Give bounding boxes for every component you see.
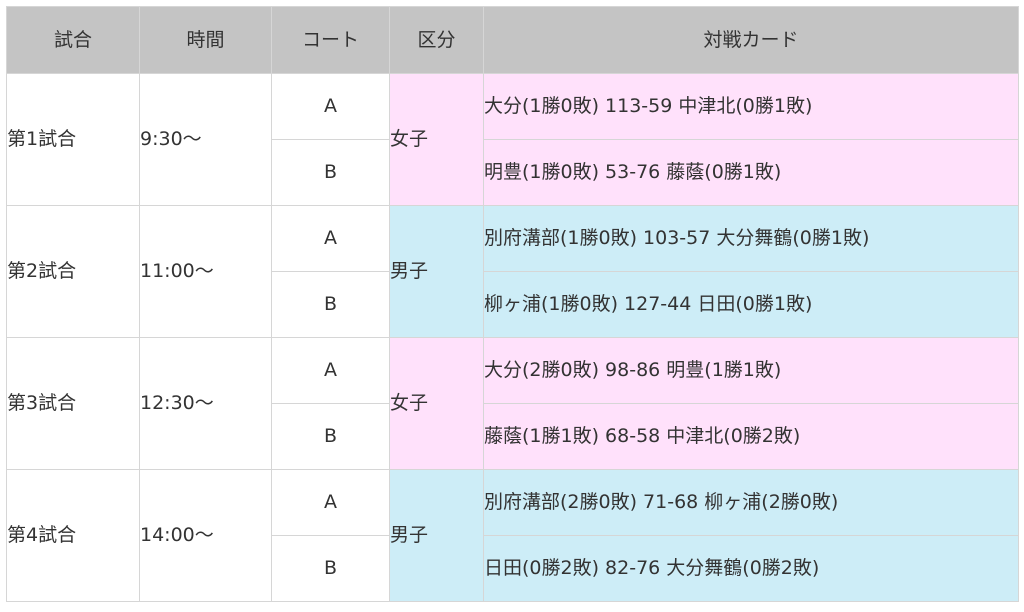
court-cell: B xyxy=(271,139,390,206)
game-number-cell: 第4試合 xyxy=(6,469,140,602)
division-cell: 女子 xyxy=(389,337,484,470)
table-row: 第3試合 12:30〜 A 女子 大分(2勝0敗) 98-86 明豊(1勝1敗) xyxy=(6,337,1019,470)
start-time-cell: 14:00〜 xyxy=(139,469,272,602)
match-card-cell: 別府溝部(1勝0敗) 103-57 大分舞鶴(0勝1敗) xyxy=(483,205,1019,272)
table-header-row: 試合 時間 コート 区分 対戦カード xyxy=(6,6,1019,74)
start-time-cell: 11:00〜 xyxy=(139,205,272,338)
column-header-division: 区分 xyxy=(389,6,484,74)
court-cell: A xyxy=(271,73,390,140)
column-header-time: 時間 xyxy=(139,6,272,74)
table-row: 第4試合 14:00〜 A 男子 別府溝部(2勝0敗) 71-68 柳ヶ浦(2勝… xyxy=(6,469,1019,602)
court-cell: B xyxy=(271,403,390,470)
game-number-cell: 第3試合 xyxy=(6,337,140,470)
match-card-cell: 柳ヶ浦(1勝0敗) 127-44 日田(0勝1敗) xyxy=(483,271,1019,338)
division-cell: 女子 xyxy=(389,73,484,206)
match-card-cell: 明豊(1勝0敗) 53-76 藤蔭(0勝1敗) xyxy=(483,139,1019,206)
division-cell: 男子 xyxy=(389,205,484,338)
start-time-cell: 12:30〜 xyxy=(139,337,272,470)
column-header-court: コート xyxy=(271,6,390,74)
court-cell: A xyxy=(271,205,390,272)
match-card-cell: 大分(2勝0敗) 98-86 明豊(1勝1敗) xyxy=(483,337,1019,404)
court-cell: A xyxy=(271,469,390,536)
table-row: 第2試合 11:00〜 A 男子 別府溝部(1勝0敗) 103-57 大分舞鶴(… xyxy=(6,205,1019,338)
table-row: 第1試合 9:30〜 A 女子 大分(1勝0敗) 113-59 中津北(0勝1敗… xyxy=(6,73,1019,206)
match-card-cell: 大分(1勝0敗) 113-59 中津北(0勝1敗) xyxy=(483,73,1019,140)
column-header-game: 試合 xyxy=(6,6,140,74)
match-card-cell: 別府溝部(2勝0敗) 71-68 柳ヶ浦(2勝0敗) xyxy=(483,469,1019,536)
court-cell: B xyxy=(271,271,390,338)
game-schedule-table: 試合 時間 コート 区分 対戦カード 第1試合 9:30〜 A 女子 大分(1勝… xyxy=(6,6,1019,602)
match-card-cell: 藤蔭(1勝1敗) 68-58 中津北(0勝2敗) xyxy=(483,403,1019,470)
division-cell: 男子 xyxy=(389,469,484,602)
start-time-cell: 9:30〜 xyxy=(139,73,272,206)
court-cell: B xyxy=(271,535,390,602)
game-number-cell: 第2試合 xyxy=(6,205,140,338)
game-number-cell: 第1試合 xyxy=(6,73,140,206)
court-cell: A xyxy=(271,337,390,404)
match-card-cell: 日田(0勝2敗) 82-76 大分舞鶴(0勝2敗) xyxy=(483,535,1019,602)
schedule-container: 試合 時間 コート 区分 対戦カード 第1試合 9:30〜 A 女子 大分(1勝… xyxy=(6,6,1019,602)
column-header-card: 対戦カード xyxy=(483,6,1019,74)
